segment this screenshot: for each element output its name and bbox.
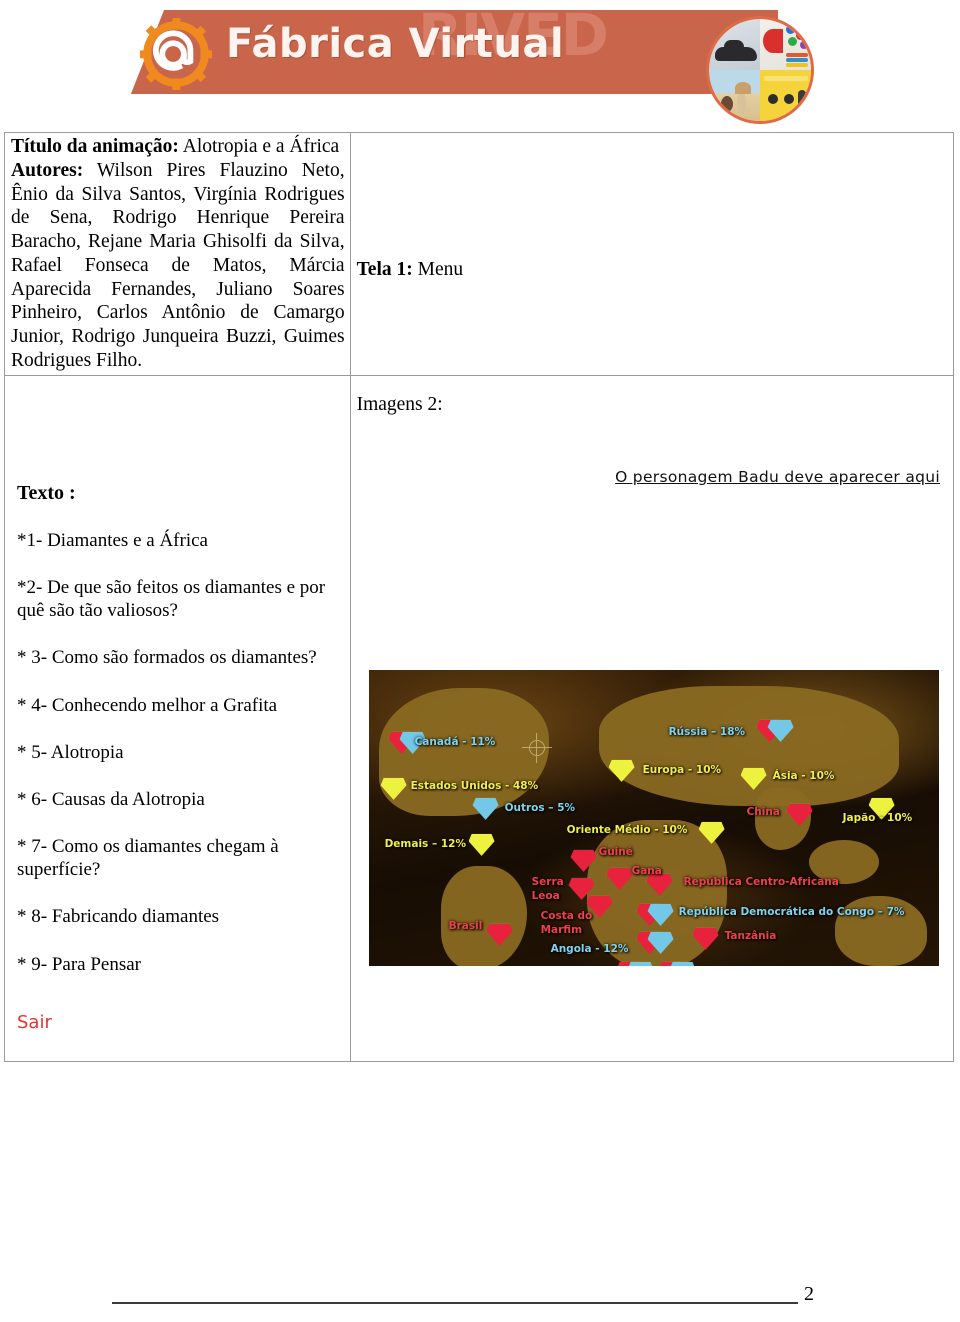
footer-divider	[112, 1302, 798, 1304]
badu-note: O personagem Badu deve aparecer aqui	[615, 467, 940, 486]
menu-item[interactable]: *2- De que são feitos os diamantes e por…	[17, 576, 345, 622]
map-label: Demais – 12%	[384, 837, 466, 850]
landmass-eurasia	[598, 685, 899, 806]
map-label: Oriente Médio - 10%	[566, 823, 688, 836]
cell-tela: Tela 1: Menu	[349, 132, 955, 376]
map-compass-icon	[521, 732, 552, 763]
map-label: Marfim	[540, 923, 583, 936]
title-authors-block: Título da animação: Alotropia e a África…	[11, 135, 345, 373]
map-label: Ásia - 10%	[772, 769, 835, 782]
map-label: Costa do	[540, 909, 593, 922]
authors-label: Autores:	[11, 159, 84, 181]
texto-label: Texto :	[17, 481, 76, 504]
map-label: Botsuana - 25%	[707, 967, 799, 968]
page-number: 2	[804, 1283, 814, 1305]
map-label: Guiné	[598, 845, 633, 858]
tela-label: Tela 1:	[356, 259, 413, 280]
imagens-label: Imagens 2:	[356, 393, 443, 415]
map-label: Canadá - 11%	[414, 735, 496, 748]
map-label: Outros – 5%	[504, 801, 576, 814]
at-gear-icon	[140, 18, 212, 90]
map-label: Rússia – 18%	[668, 725, 746, 738]
map-label: Serra	[531, 875, 564, 888]
map-label: República Democrática do Congo – 7%	[678, 905, 905, 918]
table-row-header: Título da animação: Alotropia e a África…	[4, 132, 955, 376]
menu-item[interactable]: * 3- Como são formados os diamantes?	[17, 646, 345, 669]
map-label: Brasil	[448, 919, 483, 932]
map-label: Japão - 10%	[842, 811, 913, 824]
title-value: Alotropia e a África	[178, 136, 340, 157]
menu-item[interactable]: * 9- Para Pensar	[17, 953, 345, 976]
map-label: Estados Unidos - 48%	[410, 779, 539, 792]
site-banner: RIVED Fábrica Virtual	[118, 2, 830, 124]
menu-item[interactable]: * 8- Fabricando diamantes	[17, 905, 345, 928]
banner-title: Fábrica Virtual	[226, 21, 565, 67]
storyboard-table: Título da animação: Alotropia e a África…	[4, 132, 955, 1062]
tela-value: Menu	[412, 259, 464, 280]
cell-imagens: Imagens 2: O personagem Badu deve aparec…	[349, 374, 955, 1062]
exit-button[interactable]: Sair	[17, 1012, 345, 1033]
map-label: Tanzânia	[724, 929, 777, 942]
map-label: Gana	[631, 864, 662, 877]
world-diamond-map-image: Canadá - 11% Rússia – 18% Europa - 10% Á…	[366, 667, 941, 968]
tela-block: Tela 1: Menu	[357, 135, 948, 281]
cell-texto: Texto : *1- Diamantes e a África *2- De …	[4, 374, 351, 1062]
landmass-south-america	[440, 865, 527, 966]
menu-item[interactable]: *1- Diamantes e a África	[17, 529, 345, 552]
menu-item[interactable]: * 7- Como os diamantes chegam à superfíc…	[17, 835, 345, 881]
map-label: Leoa	[531, 889, 560, 902]
menu-item[interactable]: * 5- Alotropia	[17, 741, 345, 764]
table-row-content: Texto : *1- Diamantes e a África *2- De …	[4, 374, 955, 1062]
map-label: Angola - 12%	[550, 942, 629, 955]
menu-item-list: *1- Diamantes e a África *2- De que são …	[11, 529, 345, 976]
map-label: Europa - 10%	[642, 763, 722, 776]
product-collage-circle-icon	[706, 16, 814, 124]
menu-item[interactable]: * 4- Conhecendo melhor a Grafita	[17, 694, 345, 717]
title-label: Título da animação:	[11, 136, 179, 157]
menu-item[interactable]: * 6- Causas da Alotropia	[17, 788, 345, 811]
map-label: República Centro-Africana	[683, 875, 839, 888]
map-label: China	[746, 805, 780, 818]
authors-value: Wilson Pires Flauzino Neto, Ênio da Silv…	[11, 159, 345, 372]
cell-title-authors: Título da animação: Alotropia e a África…	[4, 132, 351, 376]
